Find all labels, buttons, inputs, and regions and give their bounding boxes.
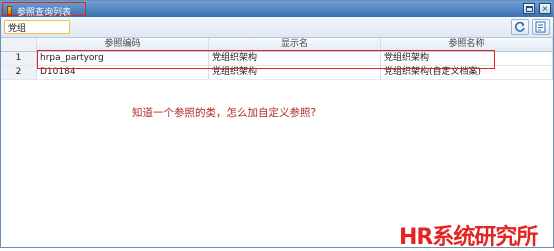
reference-query-window: 参照查询列表 × 参照编码 显示名 参照名称	[0, 0, 554, 250]
header-reference-name[interactable]: 参照名称	[381, 38, 553, 51]
toolbar	[1, 17, 553, 38]
cell-display-name[interactable]: 党组织架构	[209, 66, 381, 79]
header-code[interactable]: 参照编码	[37, 38, 209, 51]
refresh-icon	[515, 21, 525, 32]
cell-display-name[interactable]: 党组织架构	[209, 52, 381, 65]
title-highlight-box: 参照查询列表	[2, 2, 86, 18]
cell-reference-name[interactable]: 党组织架构	[381, 52, 553, 65]
refresh-button[interactable]	[511, 19, 529, 35]
search-input[interactable]	[4, 20, 70, 34]
annotation-question: 知道一个参照的类，怎么加自定义参照?	[132, 107, 317, 119]
header-display-name[interactable]: 显示名	[209, 38, 381, 51]
cell-reference-name[interactable]: 党组织架构(自定义档案)	[381, 66, 553, 79]
table-header: 参照编码 显示名 参照名称	[1, 38, 553, 52]
row-index: 1	[1, 52, 37, 65]
maximize-button[interactable]	[523, 3, 535, 14]
reference-table: 参照编码 显示名 参照名称 1 hrpa_partyorg 党组织架构 党组织架…	[1, 38, 553, 80]
header-index	[1, 38, 37, 51]
watermark: HR系统研究所	[399, 225, 538, 250]
cell-code[interactable]: hrpa_partyorg	[37, 52, 209, 65]
window-icon	[7, 6, 12, 15]
close-button[interactable]: ×	[539, 3, 551, 14]
title-bar: 参照查询列表 ×	[1, 1, 553, 18]
table-row[interactable]: 2 D10184 党组织架构 党组织架构(自定义档案)	[1, 66, 553, 80]
table-row[interactable]: 1 hrpa_partyorg 党组织架构 党组织架构	[1, 52, 553, 66]
settings-button[interactable]	[532, 19, 550, 35]
settings-icon	[535, 21, 546, 33]
row-index: 2	[1, 66, 37, 79]
cell-code[interactable]: D10184	[37, 66, 209, 79]
